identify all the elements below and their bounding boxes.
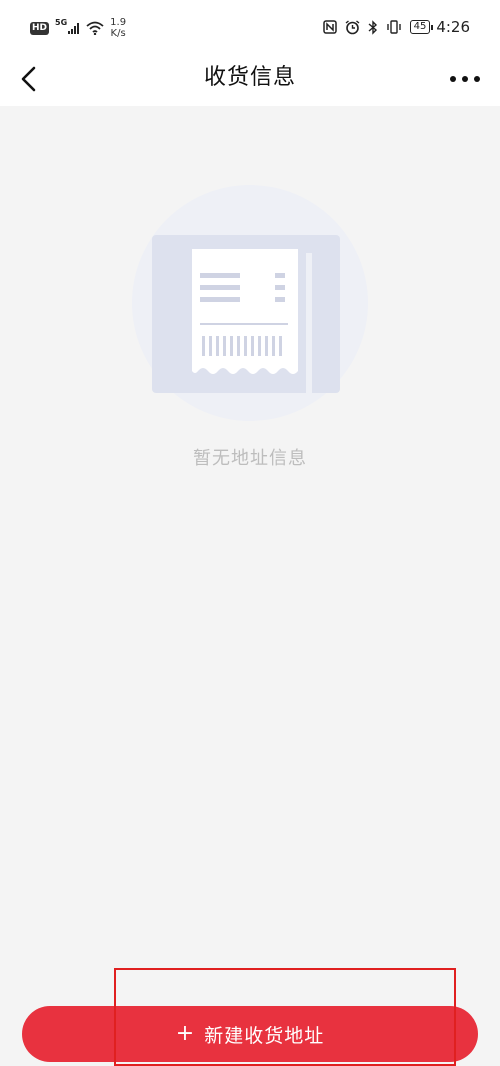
empty-message: 暂无地址信息 bbox=[193, 448, 307, 469]
vibrate-icon bbox=[386, 20, 401, 34]
page-title: 收货信息 bbox=[203, 65, 296, 90]
status-left-group: HD 5G 1.9 K/s bbox=[30, 14, 126, 42]
add-address-button[interactable]: + 新建收货地址 bbox=[22, 1006, 478, 1062]
bluetooth-icon bbox=[368, 19, 377, 35]
hd-badge: HD bbox=[30, 21, 50, 35]
more-dots-icon bbox=[450, 76, 480, 82]
alarm-icon bbox=[345, 19, 360, 34]
speed-value: 1.9 bbox=[110, 17, 127, 28]
status-right-group: 45 4:26 bbox=[322, 18, 470, 36]
network-type: 5G bbox=[55, 17, 68, 27]
wifi-icon bbox=[86, 21, 104, 35]
signal-icon bbox=[68, 22, 80, 34]
more-button[interactable] bbox=[448, 66, 482, 92]
add-address-label: 新建收货地址 bbox=[204, 1024, 325, 1047]
receipt-illustration bbox=[130, 183, 370, 423]
speed-unit: K/s bbox=[110, 28, 126, 39]
plus-icon: + bbox=[175, 1021, 195, 1046]
network-speed: 1.9 K/s bbox=[110, 17, 126, 39]
status-time: 4:26 bbox=[436, 18, 470, 36]
nfc-icon bbox=[322, 20, 337, 34]
status-bar: HD 5G 1.9 K/s 45 4:26 bbox=[0, 0, 500, 52]
header-bar: 收货信息 bbox=[0, 52, 500, 106]
battery-icon: 45 bbox=[409, 20, 434, 34]
